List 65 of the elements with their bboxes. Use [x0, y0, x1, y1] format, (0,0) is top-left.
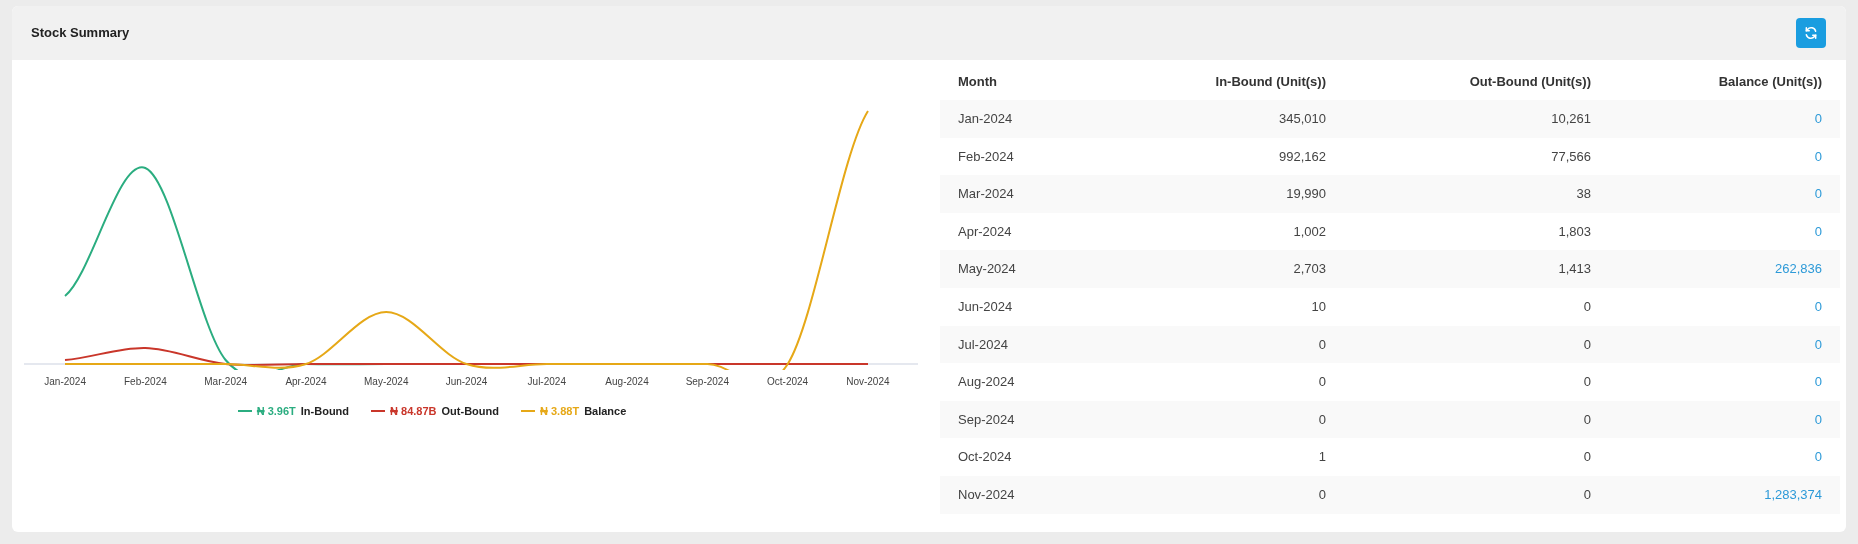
table-cell: Jun-2024 — [940, 287, 1140, 326]
column-header: Month — [940, 64, 1140, 100]
table-cell: Jan-2024 — [940, 100, 1140, 138]
column-header: Out-Bound (Unit(s)) — [1344, 64, 1609, 100]
table-cell: 77,566 — [1344, 137, 1609, 176]
balance-link[interactable]: 0 — [1609, 325, 1840, 364]
balance-link[interactable]: 0 — [1609, 100, 1840, 138]
table-cell: 0 — [1344, 475, 1609, 514]
axis-label: Jan-2024 — [43, 375, 87, 389]
refresh-icon — [1804, 26, 1818, 40]
axis-label: Aug-2024 — [604, 375, 650, 389]
column-header: Balance (Unit(s)) — [1609, 64, 1840, 100]
legend-item[interactable]: ₦ 3.88T Balance — [521, 403, 627, 420]
refresh-button[interactable] — [1796, 18, 1826, 48]
table-cell: 10,261 — [1344, 100, 1609, 138]
balance-link[interactable]: 0 — [1609, 363, 1840, 401]
balance-link[interactable]: 0 — [1609, 175, 1840, 213]
table-cell: 1,002 — [1140, 212, 1344, 251]
axis-label: May-2024 — [363, 375, 410, 389]
balance-link[interactable]: 0 — [1609, 137, 1840, 176]
axis-label: Feb-2024 — [123, 375, 168, 389]
axis-label: Oct-2024 — [766, 375, 810, 389]
table-cell: 0 — [1140, 363, 1344, 401]
table-cell: 0 — [1140, 400, 1344, 439]
table-cell: Jul-2024 — [940, 325, 1140, 364]
table-cell: 0 — [1140, 325, 1344, 364]
table-cell: 10 — [1140, 287, 1344, 326]
table-cell: Apr-2024 — [940, 212, 1140, 251]
table-cell: 0 — [1344, 400, 1609, 439]
table-cell: 0 — [1344, 438, 1609, 476]
axis-label: Jun-2024 — [444, 375, 489, 389]
balance-link[interactable]: 0 — [1609, 438, 1840, 476]
table-cell: Sep-2024 — [940, 400, 1140, 439]
table-cell: Oct-2024 — [940, 438, 1140, 476]
axis-label: Nov-2024 — [845, 375, 891, 389]
table-cell: 1,413 — [1344, 250, 1609, 288]
table-cell: May-2024 — [940, 250, 1140, 288]
table-cell: 992,162 — [1140, 137, 1344, 176]
table-cell: 0 — [1344, 363, 1609, 401]
table-cell: Mar-2024 — [940, 175, 1140, 213]
column-header: In-Bound (Unit(s)) — [1140, 64, 1344, 100]
table-cell: 0 — [1140, 475, 1344, 514]
balance-link[interactable]: 0 — [1609, 212, 1840, 251]
card-title: Stock Summary — [31, 24, 130, 43]
table-cell: Nov-2024 — [940, 475, 1140, 514]
legend-item[interactable]: ₦ 3.96T In-Bound — [237, 403, 350, 420]
axis-label: Sep-2024 — [684, 375, 730, 389]
balance-link[interactable]: 262,836 — [1609, 250, 1840, 288]
table-cell: Aug-2024 — [940, 363, 1140, 401]
table-cell: 1,803 — [1344, 212, 1609, 251]
table-cell: 38 — [1344, 175, 1609, 213]
balance-link[interactable]: 0 — [1609, 400, 1840, 439]
balance-link[interactable]: 0 — [1609, 287, 1840, 326]
legend-item[interactable]: ₦ 84.87B Out-Bound — [371, 403, 499, 420]
table-cell: Feb-2024 — [940, 137, 1140, 176]
balance-link[interactable]: 1,283,374 — [1609, 475, 1840, 514]
table-cell: 2,703 — [1140, 250, 1344, 288]
axis-label: Apr-2024 — [284, 375, 328, 389]
axis-label: Jul-2024 — [526, 375, 567, 389]
table-cell: 19,990 — [1140, 175, 1344, 213]
table-cell: 1 — [1140, 438, 1344, 476]
table-cell: 0 — [1344, 287, 1609, 326]
table-cell: 0 — [1344, 325, 1609, 364]
axis-label: Mar-2024 — [203, 375, 249, 389]
table-cell: 345,010 — [1140, 100, 1344, 138]
